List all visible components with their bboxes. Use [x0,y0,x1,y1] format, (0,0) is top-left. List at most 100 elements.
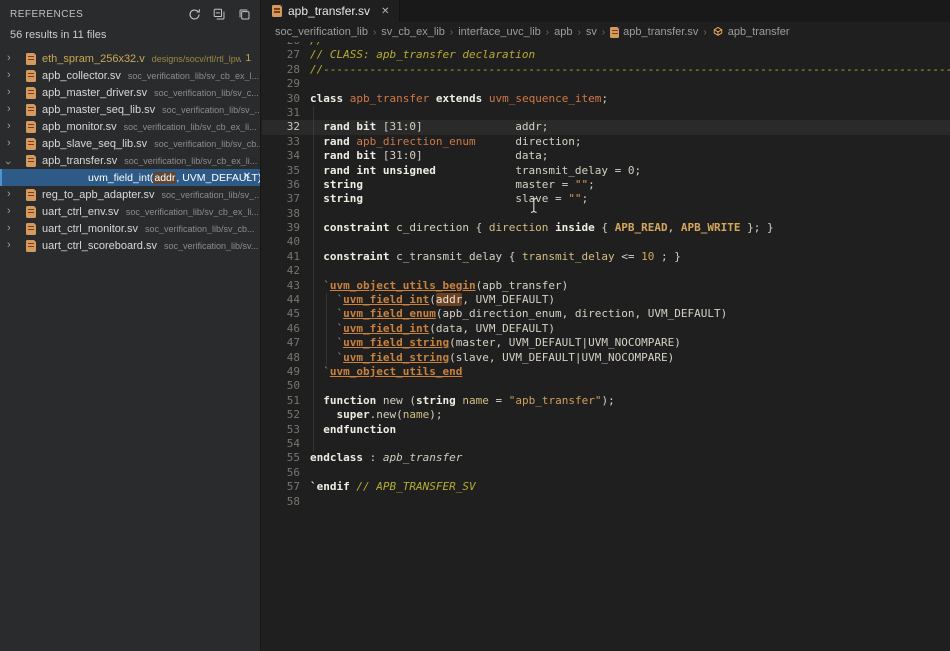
code-text[interactable]: `uvm_field_int(addr, UVM_DEFAULT) [310,293,555,307]
code-line[interactable]: 38 [262,207,950,221]
code-line[interactable]: 31 [262,106,950,120]
file-result-row[interactable]: ›apb_collector.svsoc_verification_lib/sv… [0,67,260,84]
chevron-right-icon[interactable]: › [0,87,21,98]
code-line[interactable]: 43 `uvm_object_utils_begin(apb_transfer) [262,279,950,293]
breadcrumb-item[interactable]: soc_verification_lib [275,26,368,38]
line-number[interactable]: 29 [262,77,310,91]
code-line[interactable]: 53 endfunction [262,423,950,437]
code-line[interactable]: 55endclass : apb_transfer [262,451,950,465]
code-line[interactable]: 57`endif // APB_TRANSFER_SV [262,480,950,494]
line-number[interactable]: 38 [262,207,310,221]
code-line[interactable]: 37 string slave = ""; [262,192,950,206]
line-number[interactable]: 50 [262,379,310,393]
code-line[interactable]: 40 [262,235,950,249]
code-text[interactable]: rand apb_direction_enum direction; [310,135,582,149]
line-number[interactable]: 35 [262,164,310,178]
line-number[interactable]: 45 [262,307,310,321]
code-text[interactable]: endclass : apb_transfer [310,451,462,465]
code-text[interactable]: rand bit [31:0] data; [310,149,548,163]
line-number[interactable]: 33 [262,135,310,149]
chevron-right-icon[interactable]: › [0,240,21,251]
line-number[interactable]: 37 [262,192,310,206]
chevron-right-icon[interactable]: › [0,53,21,64]
breadcrumb-item[interactable]: apb_transfer [712,25,790,40]
file-result-row[interactable]: ›apb_monitor.svsoc_verification_lib/sv_c… [0,118,260,135]
code-text[interactable]: `uvm_field_string(slave, UVM_DEFAULT|UVM… [310,351,674,365]
code-line[interactable]: 56 [262,466,950,480]
line-number[interactable]: 41 [262,250,310,264]
line-number[interactable]: 58 [262,495,310,509]
chevron-down-icon[interactable]: › [2,154,13,169]
code-text[interactable]: `uvm_field_string(master, UVM_DEFAULT|UV… [310,336,681,350]
file-result-row[interactable]: ›apb_slave_seq_lib.svsoc_verification_li… [0,135,260,152]
copy-results-icon[interactable] [236,6,252,22]
code-text[interactable]: rand bit [31:0] addr; [310,120,548,134]
file-result-row[interactable]: ›uart_ctrl_env.svsoc_verification_lib/sv… [0,203,260,220]
line-number[interactable]: 52 [262,408,310,422]
line-number[interactable]: 28 [262,63,310,77]
line-number[interactable]: 49 [262,365,310,379]
code-text[interactable]: `uvm_field_enum(apb_direction_enum, dire… [310,307,727,321]
line-number[interactable]: 57 [262,480,310,494]
code-text[interactable]: endfunction [310,423,396,437]
line-number[interactable]: 27 [262,48,310,62]
file-result-row[interactable]: ›apb_master_driver.svsoc_verification_li… [0,84,260,101]
code-line[interactable]: 39 constraint c_direction { direction in… [262,221,950,235]
tab-close-icon[interactable]: ✕ [381,6,389,17]
code-line[interactable]: 49 `uvm_object_utils_end [262,365,950,379]
code-line[interactable]: 35 rand int unsigned transmit_delay = 0; [262,164,950,178]
file-result-row[interactable]: ›apb_transfer.svsoc_verification_lib/sv_… [0,152,260,169]
line-number[interactable]: 31 [262,106,310,120]
code-text[interactable]: function new (string name = "apb_transfe… [310,394,615,408]
code-line[interactable]: 52 super.new(name); [262,408,950,422]
code-text[interactable]: `uvm_object_utils_end [310,365,462,379]
chevron-right-icon[interactable]: › [0,189,21,200]
line-number[interactable]: 30 [262,92,310,106]
code-text[interactable]: `uvm_object_utils_begin(apb_transfer) [310,279,568,293]
code-line[interactable]: 54 [262,437,950,451]
line-number[interactable]: 32 [262,120,310,134]
breadcrumb-item[interactable]: sv_cb_ex_lib [381,26,445,38]
chevron-right-icon[interactable]: › [0,206,21,217]
line-number[interactable]: 56 [262,466,310,480]
breadcrumb-item[interactable]: apb [554,26,572,38]
chevron-right-icon[interactable]: › [0,70,21,81]
code-line[interactable]: 33 rand apb_direction_enum direction; [262,135,950,149]
breadcrumb-item[interactable]: apb_transfer.sv [610,26,698,38]
line-number[interactable]: 51 [262,394,310,408]
code-line[interactable]: 28//------------------------------------… [262,63,950,77]
line-number[interactable]: 34 [262,149,310,163]
code-line[interactable]: 36 string master = ""; [262,178,950,192]
line-number[interactable]: 47 [262,336,310,350]
code-text[interactable]: constraint c_direction { direction insid… [310,221,774,235]
reference-item[interactable]: uvm_field_int(addr, UVM_DEFAULT)✕ [0,169,260,186]
code-editor[interactable]: 26//------------------------------------… [262,42,950,651]
code-text[interactable]: constraint c_transmit_delay { transmit_d… [310,250,681,264]
line-number[interactable]: 46 [262,322,310,336]
file-result-row[interactable]: ›apb_master_seq_lib.svsoc_verification_l… [0,101,260,118]
breadcrumb-item[interactable]: interface_uvc_lib [458,26,541,38]
chevron-right-icon[interactable]: › [0,223,21,234]
line-number[interactable]: 53 [262,423,310,437]
code-text[interactable]: // CLASS: apb_transfer declaration [310,48,535,62]
line-number[interactable]: 48 [262,351,310,365]
breadcrumb-item[interactable]: sv [586,26,597,38]
file-result-row[interactable]: ›eth_spram_256x32.vdesigns/socv/rtl/rtl_… [0,50,260,67]
code-line[interactable]: 32 rand bit [31:0] addr; [262,120,950,134]
line-number[interactable]: 55 [262,451,310,465]
code-line[interactable]: 42 [262,264,950,278]
code-line[interactable]: 34 rand bit [31:0] data; [262,149,950,163]
code-line[interactable]: 44 `uvm_field_int(addr, UVM_DEFAULT) [262,293,950,307]
code-text[interactable]: rand int unsigned transmit_delay = 0; [310,164,641,178]
file-result-row[interactable]: ›uart_ctrl_monitor.svsoc_verification_li… [0,220,260,237]
code-text[interactable]: string master = ""; [310,178,595,192]
tab-apb-transfer[interactable]: apb_transfer.sv ✕ [262,0,400,22]
file-result-row[interactable]: ›uart_ctrl_scoreboard.svsoc_verification… [0,237,260,254]
code-line[interactable]: 58 [262,495,950,509]
line-number[interactable]: 39 [262,221,310,235]
code-text[interactable]: string slave = ""; [310,192,588,206]
code-line[interactable]: 41 constraint c_transmit_delay { transmi… [262,250,950,264]
line-number[interactable]: 40 [262,235,310,249]
code-line[interactable]: 30class apb_transfer extends uvm_sequenc… [262,92,950,106]
line-number[interactable]: 44 [262,293,310,307]
